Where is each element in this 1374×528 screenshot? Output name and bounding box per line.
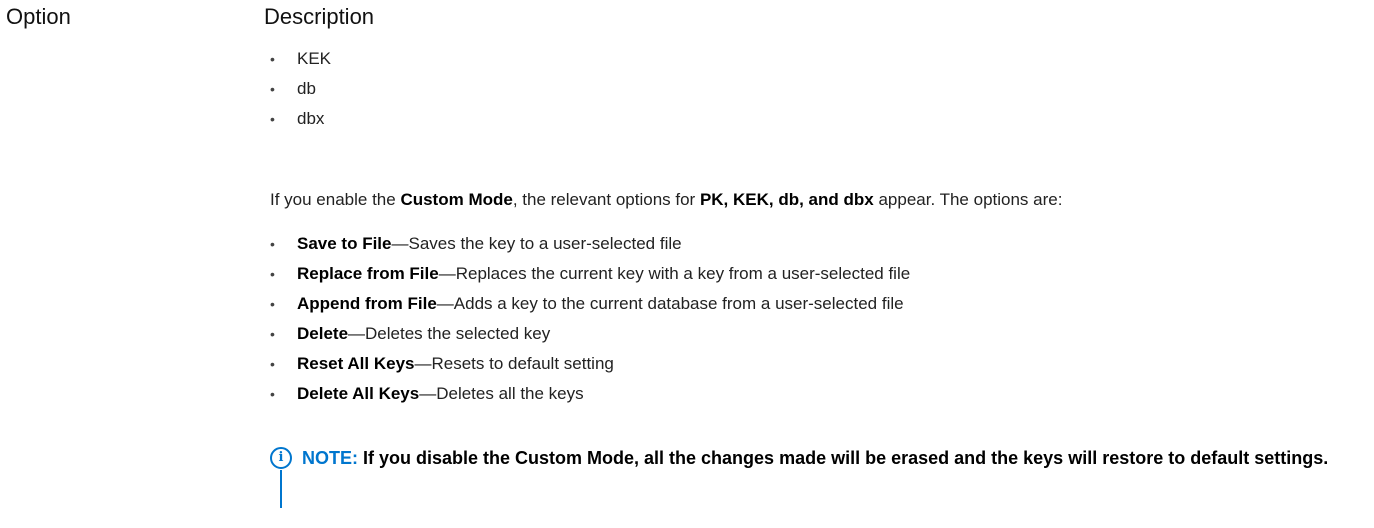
list-item: • db — [270, 74, 331, 104]
note-callout: i NOTE: If you disable the Custom Mode, … — [270, 444, 1350, 512]
note-text: NOTE: If you disable the Custom Mode, al… — [302, 444, 1342, 472]
bullet-icon: • — [270, 386, 275, 402]
key-types-term: PK, KEK, db, and dbx — [699, 190, 874, 209]
database-list: • KEK • db • dbx — [270, 44, 331, 134]
option-item-save-to-file: • Save to File—Saves the key to a user-se… — [270, 229, 910, 259]
option-name: Append from File — [297, 294, 437, 313]
bullet-icon: • — [270, 326, 275, 342]
bullet-icon: • — [270, 111, 275, 127]
option-item-reset-all-keys: • Reset All Keys—Resets to default settin… — [270, 349, 910, 379]
list-item-label: KEK — [297, 49, 332, 68]
option-item-delete-all-keys: • Delete All Keys—Deletes all the keys — [270, 379, 910, 409]
note-divider — [280, 470, 282, 508]
column-header-option: Option — [6, 4, 71, 29]
list-item: • dbx — [270, 104, 331, 134]
custom-mode-paragraph: If you enable the Custom Mode, the relev… — [270, 188, 1062, 212]
bullet-icon: • — [270, 356, 275, 372]
option-name: Reset All Keys — [297, 354, 415, 373]
bullet-icon: • — [270, 81, 275, 97]
option-name: Delete All Keys — [297, 384, 420, 403]
list-item-label: dbx — [297, 109, 325, 128]
note-label: NOTE: — [302, 448, 358, 468]
option-item-replace-from-file: • Replace from File—Replaces the current … — [270, 259, 910, 289]
bullet-icon: • — [270, 266, 275, 282]
option-name: Delete — [297, 324, 349, 343]
option-name: Save to File — [297, 234, 392, 253]
para-text: appear. The options are: — [873, 190, 1063, 209]
option-description: —Adds a key to the current database from… — [436, 294, 904, 313]
option-description: —Replaces the current key with a key fro… — [438, 264, 911, 283]
option-description: —Deletes all the keys — [419, 384, 584, 403]
option-item-delete: • Delete—Deletes the selected key — [270, 319, 910, 349]
column-header-description: Description — [264, 4, 375, 29]
option-description: —Resets to default setting — [414, 354, 614, 373]
para-text: If you enable the — [270, 190, 401, 209]
option-name: Replace from File — [297, 264, 439, 283]
option-item-append-from-file: • Append from File—Adds a key to the curr… — [270, 289, 910, 319]
bullet-icon: • — [270, 296, 275, 312]
para-text: , the relevant options for — [512, 190, 700, 209]
option-description: —Deletes the selected key — [348, 324, 551, 343]
list-item-label: db — [297, 79, 316, 98]
option-description: —Saves the key to a user-selected file — [391, 234, 682, 253]
custom-mode-options-list: • Save to File—Saves the key to a user-se… — [270, 229, 910, 409]
info-icon: i — [270, 447, 292, 469]
custom-mode-term: Custom Mode — [400, 190, 513, 209]
bullet-icon: • — [270, 51, 275, 67]
note-body: If you disable the Custom Mode, all the … — [358, 448, 1329, 468]
bullet-icon: • — [270, 236, 275, 252]
list-item: • KEK — [270, 44, 331, 74]
